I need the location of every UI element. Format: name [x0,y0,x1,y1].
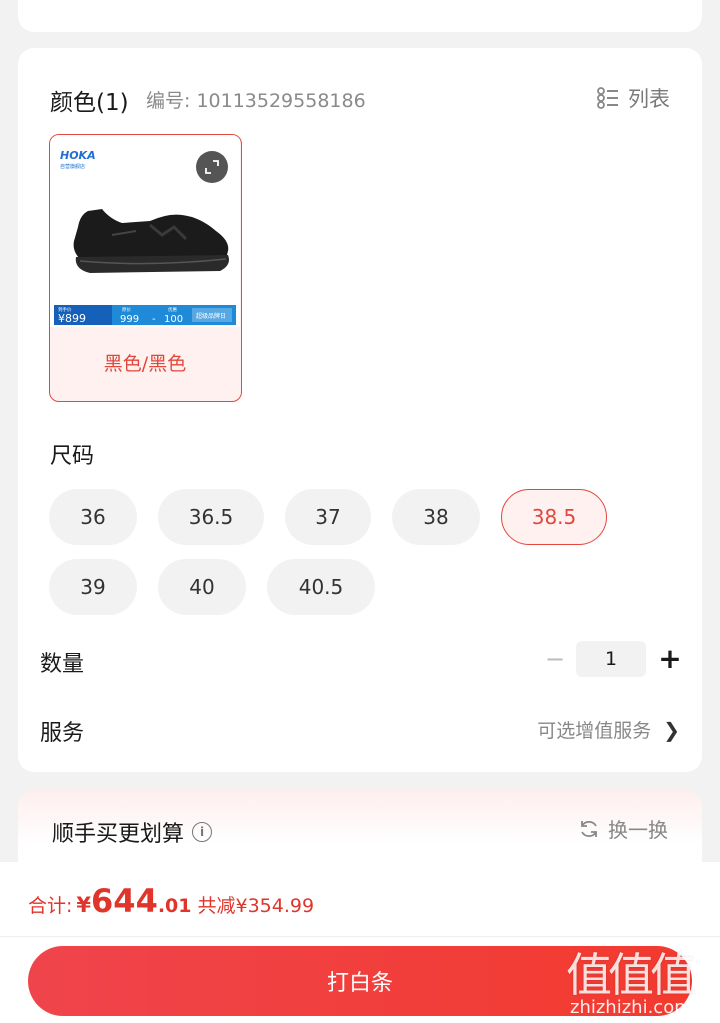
bundle-title: 顺手买更划算 i [52,816,213,848]
size-section-title: 尺码 [50,444,95,469]
quantity-increase-button[interactable]: + [656,642,684,675]
color-option-black[interactable]: HOKA 自营旗舰店 到手价 ¥899 原价 999 - 优惠 100 超级品牌… [49,134,242,402]
total-currency: ¥ [76,893,92,917]
previous-card [18,0,702,32]
promo-orig-label: 原价 [122,307,131,313]
total-label: 合计: [28,895,73,917]
list-view-label: 列表 [628,87,670,111]
total-price: 合计: ¥ 644 .01 共减¥354.99 [28,882,314,920]
service-selector[interactable]: 可选增值服务 ❯ [537,716,680,743]
service-label: 服务 [40,721,85,746]
size-option-40[interactable]: 40 [158,559,246,615]
spec-card: 颜色(1) 编号: 10113529558186 列表 HOKA 自营旗舰店 到… [18,48,702,772]
color-section-title: 颜色(1) [50,90,129,116]
size-option-37[interactable]: 37 [285,489,371,545]
brand-logo: HOKA [60,149,96,162]
total-decimal: .01 [157,895,192,917]
list-view-button[interactable]: 列表 [596,83,670,113]
size-option-36[interactable]: 36 [49,489,137,545]
quantity-label: 数量 [40,652,85,677]
svg-text:-: - [152,314,156,325]
size-option-40-5[interactable]: 40.5 [267,559,375,615]
total-integer: 644 [91,882,158,920]
bundle-title-text: 顺手买更划算 [52,822,185,847]
size-option-36-5[interactable]: 36.5 [158,489,264,545]
list-icon [597,87,618,109]
expand-icon[interactable] [196,151,228,183]
total-saved: 共减¥354.99 [197,895,315,917]
watermark-site: zhizhizhi.com [570,997,692,1018]
size-option-38[interactable]: 38 [392,489,480,545]
refresh-label: 换一换 [608,818,668,842]
quantity-input[interactable]: 1 [576,641,646,677]
size-option-39[interactable]: 39 [49,559,137,615]
quantity-decrease-button[interactable]: − [544,645,566,673]
watermark: 值值值 zhizhizhi.com [566,935,716,1023]
promo-coupon-value: 100 [164,314,183,325]
promo-orig-value: 999 [120,314,139,325]
promo-price: ¥899 [58,312,86,325]
chevron-right-icon: ❯ [663,717,680,742]
promo-coupon-label: 优惠 [168,306,177,313]
color-option-label: 黑色/黑色 [103,353,187,375]
promo-event: 超级品牌日 [196,312,226,320]
refresh-button[interactable]: 换一换 [578,814,668,843]
info-icon[interactable]: i [192,822,213,842]
sku-number: 编号: 10113529558186 [146,90,366,112]
service-value: 可选增值服务 [537,720,652,742]
size-option-38-5-selected[interactable]: 38.5 [501,489,607,545]
refresh-icon [581,820,597,837]
watermark-logo: 值值值 [566,948,696,1002]
brand-subtitle: 自营旗舰店 [60,163,85,170]
